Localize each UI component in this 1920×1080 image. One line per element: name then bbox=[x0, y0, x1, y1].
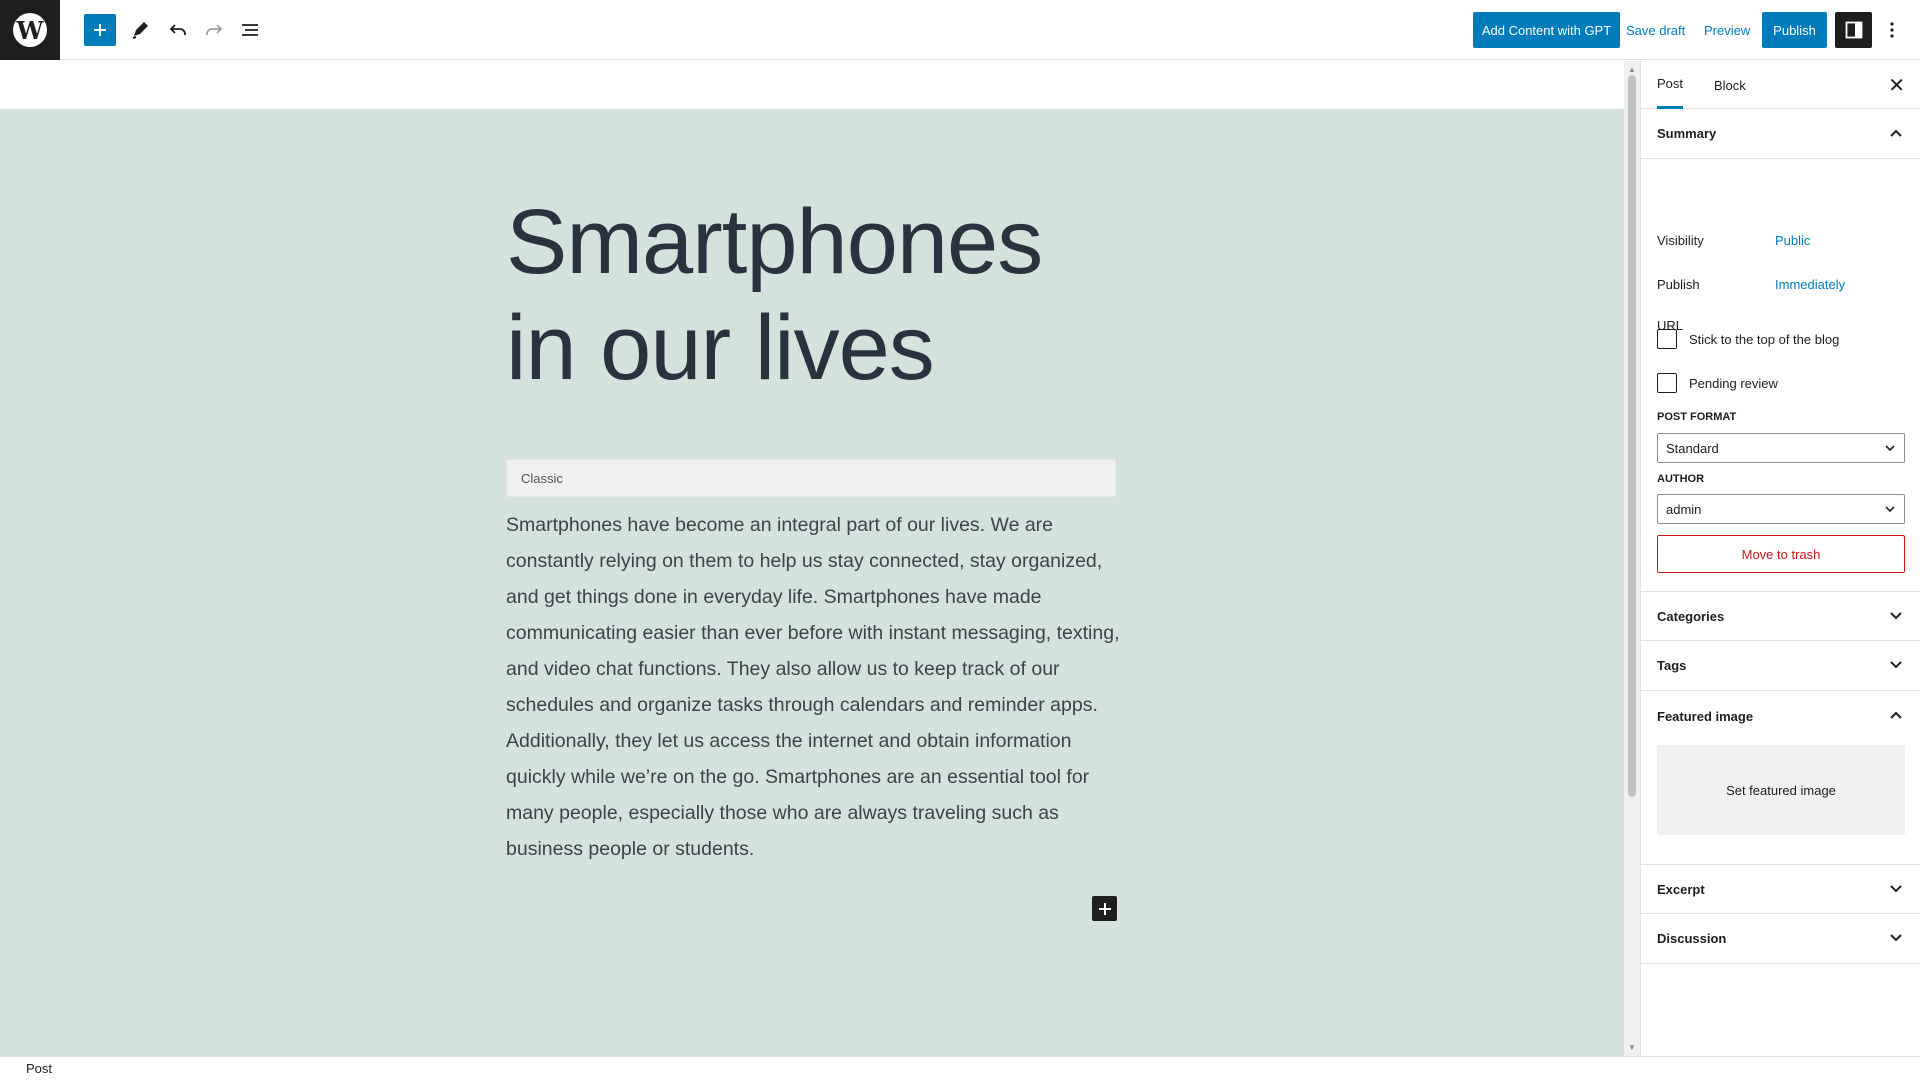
add-block-button[interactable] bbox=[84, 14, 116, 46]
chevron-down-icon bbox=[1890, 934, 1902, 942]
publish-button[interactable]: Publish bbox=[1762, 12, 1827, 48]
tab-block[interactable]: Block bbox=[1714, 61, 1746, 109]
post-title-line-2: in our lives bbox=[506, 297, 935, 399]
move-to-trash-button[interactable]: Move to trash bbox=[1657, 535, 1905, 573]
chevron-up-icon bbox=[1890, 711, 1902, 719]
pending-review-label: Pending review bbox=[1689, 376, 1778, 391]
pencil-icon bbox=[132, 22, 148, 39]
editor-area: Smartphones in our lives Classic Smartph… bbox=[0, 61, 1624, 1056]
post-format-label: POST FORMAT bbox=[1657, 411, 1737, 423]
tools-button[interactable] bbox=[124, 14, 156, 46]
pending-review-checkbox[interactable] bbox=[1657, 373, 1677, 393]
document-overview-button[interactable] bbox=[234, 14, 266, 46]
sidebar-tabs: Post Block ✕ bbox=[1641, 61, 1920, 109]
visibility-label: Visibility bbox=[1657, 233, 1704, 248]
more-vertical-icon bbox=[1890, 22, 1894, 38]
inline-add-block-button[interactable] bbox=[1092, 896, 1117, 921]
breadcrumb-post[interactable]: Post bbox=[26, 1061, 52, 1076]
settings-toggle-button[interactable] bbox=[1835, 12, 1872, 48]
settings-sidebar: Post Block ✕ Summary Visibility Public P… bbox=[1640, 61, 1920, 1056]
redo-icon bbox=[206, 24, 223, 35]
editor-scrollbar[interactable]: ▲ ▼ bbox=[1624, 61, 1640, 1056]
discussion-panel-header[interactable]: Discussion bbox=[1641, 914, 1920, 964]
chevron-down-icon bbox=[1890, 885, 1902, 893]
chevron-down-icon bbox=[1885, 445, 1895, 452]
post-title[interactable]: Smartphones in our lives bbox=[506, 189, 1126, 401]
sticky-checkbox[interactable] bbox=[1657, 329, 1677, 349]
author-value: admin bbox=[1666, 501, 1702, 517]
excerpt-title: Excerpt bbox=[1657, 881, 1705, 897]
save-draft-button[interactable]: Save draft bbox=[1626, 12, 1685, 48]
featured-image-panel-header[interactable]: Featured image bbox=[1641, 691, 1920, 741]
chevron-down-icon bbox=[1890, 612, 1902, 620]
wordpress-icon: W bbox=[13, 13, 47, 47]
scrollbar-thumb[interactable] bbox=[1628, 75, 1636, 797]
wordpress-logo-button[interactable]: W bbox=[0, 0, 60, 60]
plus-icon bbox=[1098, 902, 1111, 915]
publish-label: Publish bbox=[1657, 277, 1700, 292]
plus-icon bbox=[94, 24, 106, 36]
classic-block-toolbar[interactable]: Classic bbox=[506, 459, 1116, 497]
editor-canvas: Smartphones in our lives Classic Smartph… bbox=[0, 109, 1624, 1056]
chevron-down-icon bbox=[1890, 661, 1902, 669]
set-featured-image-button[interactable]: Set featured image bbox=[1657, 745, 1905, 835]
close-icon[interactable]: ✕ bbox=[1888, 73, 1905, 98]
post-body-paragraph[interactable]: Smartphones have become an integral part… bbox=[506, 507, 1122, 867]
undo-icon bbox=[169, 24, 186, 35]
publish-value[interactable]: Immediately bbox=[1775, 277, 1845, 292]
undo-button[interactable] bbox=[162, 14, 194, 46]
categories-panel-header[interactable]: Categories bbox=[1641, 591, 1920, 641]
tags-title: Tags bbox=[1657, 658, 1687, 673]
excerpt-panel-header[interactable]: Excerpt bbox=[1641, 864, 1920, 914]
visibility-value[interactable]: Public bbox=[1775, 233, 1810, 248]
author-select[interactable]: admin bbox=[1657, 494, 1905, 524]
sidebar-icon bbox=[1845, 21, 1862, 39]
preview-button[interactable]: Preview bbox=[1704, 12, 1750, 48]
scroll-up-arrow[interactable]: ▲ bbox=[1628, 65, 1636, 74]
tags-panel-header[interactable]: Tags bbox=[1641, 641, 1920, 691]
post-title-line-1: Smartphones bbox=[506, 191, 1043, 293]
top-toolbar: W Add Content with GPT Save draft Previe… bbox=[0, 0, 1920, 60]
options-menu-button[interactable] bbox=[1880, 12, 1904, 48]
post-format-value: Standard bbox=[1666, 440, 1719, 456]
list-view-icon bbox=[242, 24, 258, 36]
redo-button[interactable] bbox=[198, 14, 230, 46]
post-format-select[interactable]: Standard bbox=[1657, 433, 1905, 463]
author-label: AUTHOR bbox=[1657, 473, 1705, 485]
featured-image-title: Featured image bbox=[1657, 708, 1754, 724]
sticky-label: Stick to the top of the blog bbox=[1689, 332, 1840, 347]
tab-post[interactable]: Post bbox=[1657, 61, 1684, 109]
discussion-title: Discussion bbox=[1657, 931, 1727, 946]
categories-title: Categories bbox=[1657, 608, 1725, 624]
block-breadcrumb-bar: Post bbox=[0, 1056, 1920, 1080]
add-content-gpt-button[interactable]: Add Content with GPT bbox=[1473, 12, 1620, 48]
scroll-down-arrow[interactable]: ▼ bbox=[1628, 1043, 1636, 1052]
chevron-down-icon bbox=[1885, 506, 1895, 513]
